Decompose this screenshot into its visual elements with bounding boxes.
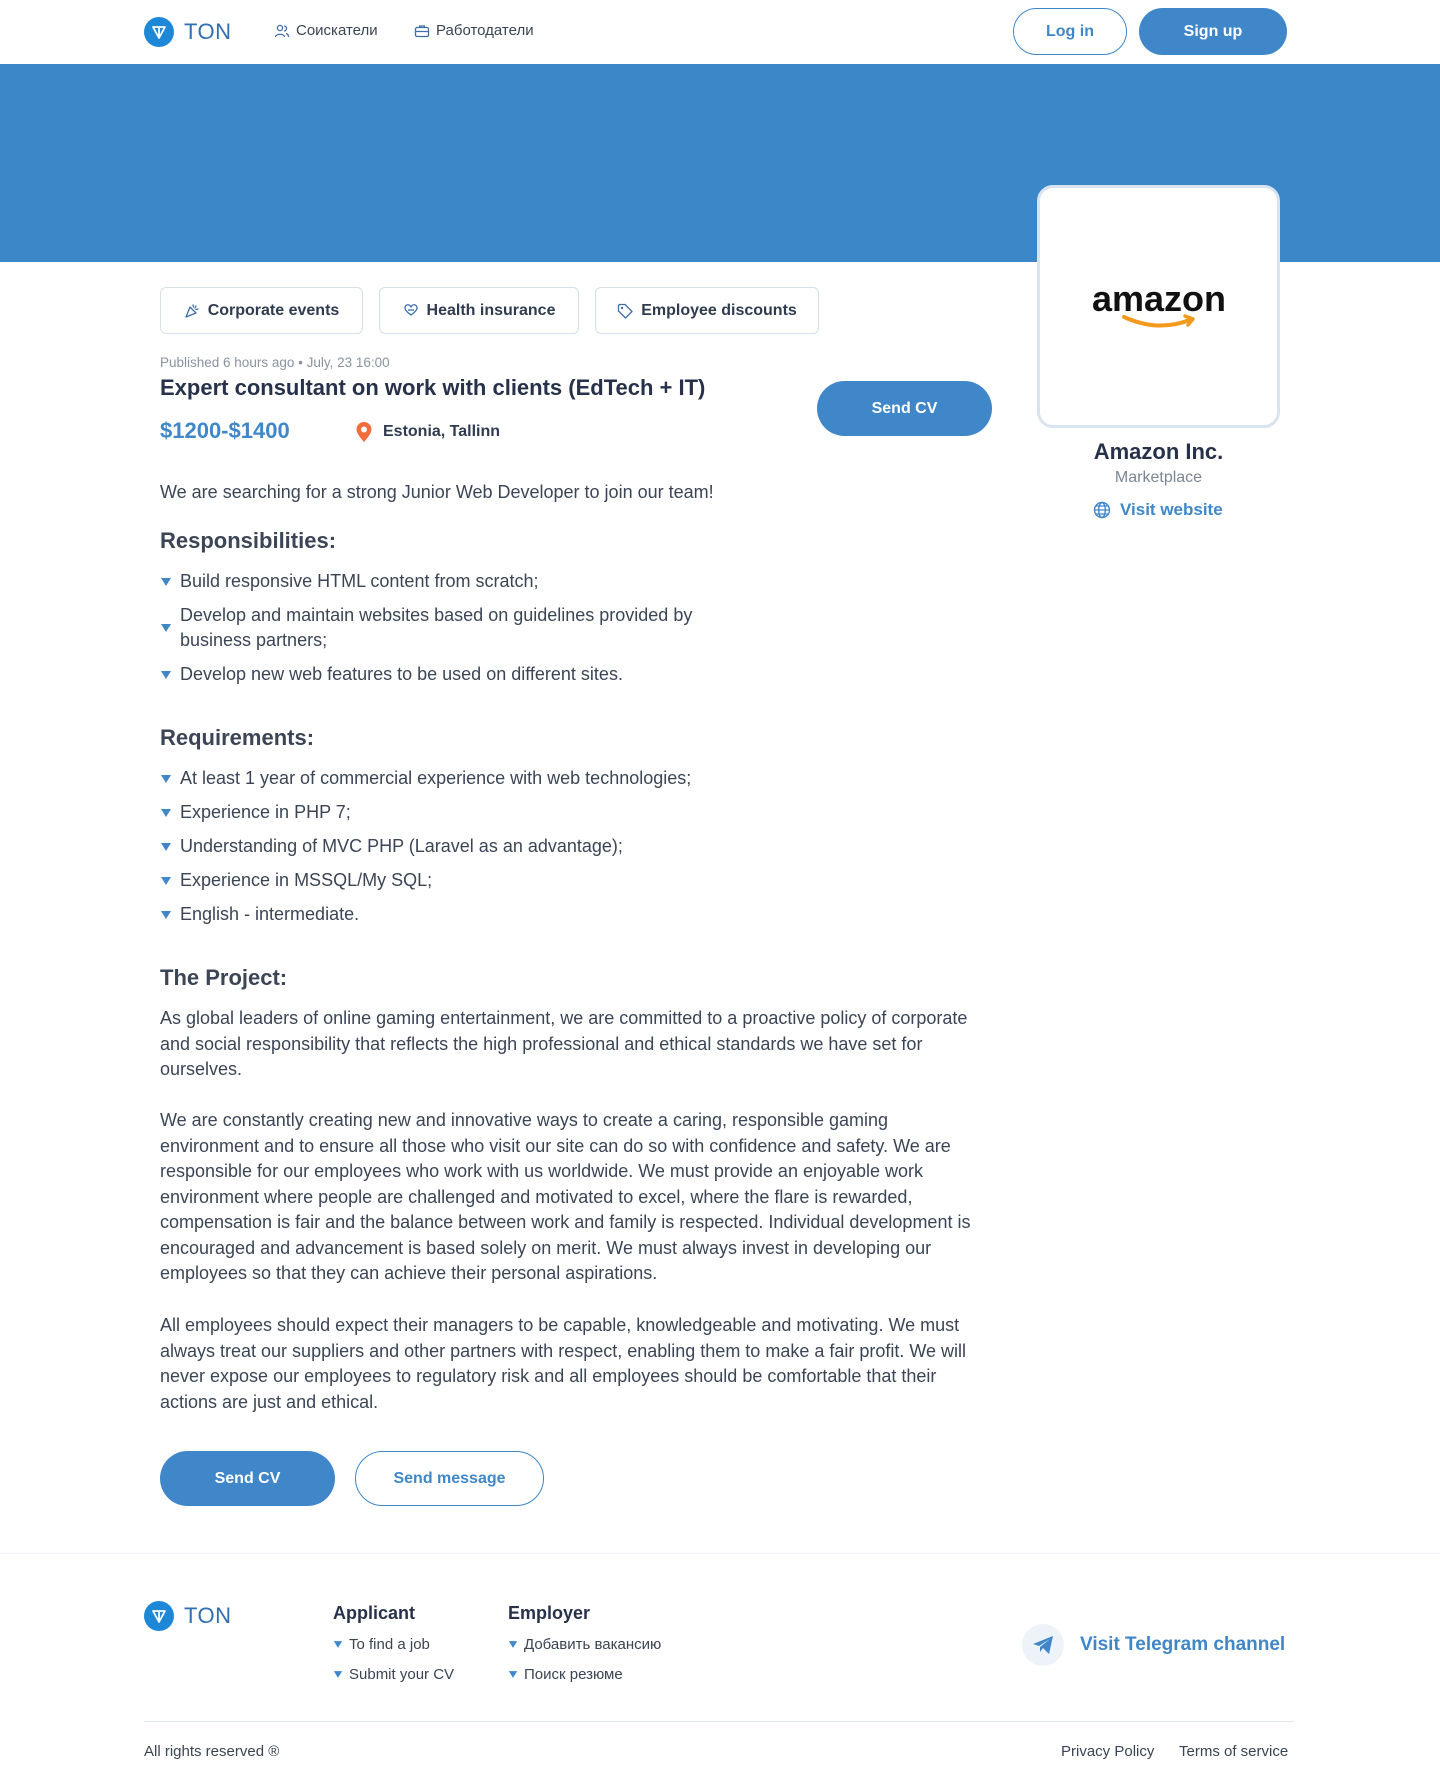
company-category: Marketplace bbox=[1114, 469, 1203, 486]
site-header: TON Соискатели Работодатели Log in Sign … bbox=[0, 0, 1440, 64]
visit-website-label: Visit website bbox=[1120, 500, 1223, 519]
bullet-icon bbox=[161, 578, 171, 586]
bullet-icon bbox=[161, 843, 171, 851]
bullet-icon bbox=[161, 670, 171, 679]
privacy-policy-link[interactable]: Privacy Policy bbox=[1061, 1743, 1154, 1760]
company-logo-card: amazon bbox=[1037, 185, 1280, 428]
footer-divider-top bbox=[0, 1553, 1440, 1554]
bullet-icon bbox=[333, 1671, 343, 1678]
logo-text: TON bbox=[184, 19, 232, 44]
location: Estonia, Tallinn bbox=[355, 421, 500, 443]
logo-text: TON bbox=[184, 1603, 232, 1628]
responsibilities-list: Build responsive HTML content from scrat… bbox=[160, 569, 740, 687]
benefit-label: Corporate events bbox=[207, 301, 340, 319]
footer-link-find-job[interactable]: To find a job bbox=[333, 1636, 430, 1653]
terms-of-service-link[interactable]: Terms of service bbox=[1179, 1743, 1288, 1760]
footer-divider bbox=[144, 1721, 1294, 1722]
telegram-label: Visit Telegram channel bbox=[1080, 1634, 1286, 1655]
location-label: Estonia, Tallinn bbox=[383, 423, 501, 440]
project-paragraph: As global leaders of online gaming enter… bbox=[160, 1008, 968, 1079]
salary: $1200-$1400 bbox=[160, 418, 290, 443]
nav-seekers-label: Соискатели bbox=[296, 22, 378, 39]
ton-logo[interactable]: TON bbox=[144, 17, 232, 47]
copyright: All rights reserved ® bbox=[144, 1743, 280, 1760]
requirements-title: Requirements: bbox=[160, 725, 315, 750]
footer-link-add-vacancy[interactable]: Добавить вакансию bbox=[508, 1636, 661, 1653]
responsibilities-title: Responsibilities: bbox=[160, 528, 337, 553]
heart-hand-icon bbox=[403, 303, 418, 316]
footer-link-search-resume[interactable]: Поиск резюме bbox=[508, 1666, 623, 1683]
telegram-link[interactable]: Visit Telegram channel bbox=[1022, 1624, 1285, 1666]
project-paragraph: All employees should expect their manage… bbox=[160, 1315, 967, 1412]
publish-meta: Published 6 hours ago • July, 23 16:00 bbox=[160, 355, 390, 370]
footer-ton-logo[interactable]: TON bbox=[144, 1601, 232, 1631]
benefit-label: Health insurance bbox=[426, 301, 556, 319]
requirements-list: At least 1 year of commercial experience… bbox=[160, 766, 940, 928]
benefit-label: Employee discounts bbox=[641, 301, 797, 319]
bullet-icon bbox=[161, 775, 171, 783]
project-title: The Project: bbox=[160, 965, 288, 990]
bullet-icon bbox=[161, 877, 171, 885]
nav-employers[interactable]: Работодатели bbox=[414, 22, 534, 39]
send-message-button[interactable]: Send message bbox=[355, 1451, 544, 1506]
list-item: Understanding of MVC PHP (Laravel as an … bbox=[160, 834, 940, 860]
send-cv-button-top[interactable]: Send CV bbox=[817, 381, 992, 436]
benefit-corporate-events: Corporate events bbox=[160, 287, 363, 334]
briefcase-icon bbox=[414, 24, 430, 37]
benefit-employee-discounts: Employee discounts bbox=[595, 287, 819, 334]
benefit-health-insurance: Health insurance bbox=[379, 287, 579, 334]
bullet-icon bbox=[508, 1641, 518, 1648]
bullet-icon bbox=[161, 911, 171, 919]
list-item: At least 1 year of commercial experience… bbox=[160, 766, 940, 792]
footer-employer-title: Employer bbox=[508, 1603, 591, 1623]
bullet-icon bbox=[508, 1671, 518, 1678]
send-cv-button-bottom[interactable]: Send CV bbox=[160, 1451, 335, 1506]
users-icon bbox=[274, 24, 290, 37]
login-button[interactable]: Log in bbox=[1013, 8, 1127, 55]
signup-button[interactable]: Sign up bbox=[1139, 8, 1287, 55]
bullet-icon bbox=[161, 809, 171, 817]
list-item: Build responsive HTML content from scrat… bbox=[160, 569, 740, 595]
job-intro: We are searching for a strong Junior Web… bbox=[160, 482, 714, 502]
list-item: English - intermediate. bbox=[160, 902, 940, 928]
party-icon bbox=[185, 303, 199, 318]
tag-icon bbox=[618, 303, 633, 319]
map-pin-icon bbox=[356, 422, 372, 442]
ton-diamond-icon bbox=[144, 1601, 174, 1631]
job-title: Expert consultant on work with clients (… bbox=[160, 375, 706, 400]
globe-icon bbox=[1093, 501, 1111, 519]
company-name: Amazon Inc. bbox=[1093, 439, 1224, 464]
footer-applicant-title: Applicant bbox=[333, 1603, 416, 1623]
nav-employers-label: Работодатели bbox=[436, 22, 534, 39]
list-item: Develop and maintain websites based on g… bbox=[160, 603, 740, 654]
nav-seekers[interactable]: Соискатели bbox=[274, 22, 378, 39]
list-item: Experience in MSSQL/My SQL; bbox=[160, 868, 940, 894]
list-item: Experience in PHP 7; bbox=[160, 800, 940, 826]
telegram-icon bbox=[1022, 1624, 1064, 1666]
visit-website-link[interactable]: Visit website bbox=[1093, 500, 1223, 520]
ton-diamond-icon bbox=[144, 17, 174, 47]
amazon-logo: amazon bbox=[1091, 279, 1226, 328]
list-item: Develop new web features to be used on d… bbox=[160, 662, 740, 688]
bullet-icon bbox=[161, 623, 171, 632]
project-paragraph: We are constantly creating new and innov… bbox=[160, 1110, 971, 1283]
bullet-icon bbox=[333, 1641, 343, 1648]
svg-text:amazon: amazon bbox=[1091, 279, 1225, 319]
footer-link-submit-cv[interactable]: Submit your CV bbox=[333, 1666, 454, 1683]
